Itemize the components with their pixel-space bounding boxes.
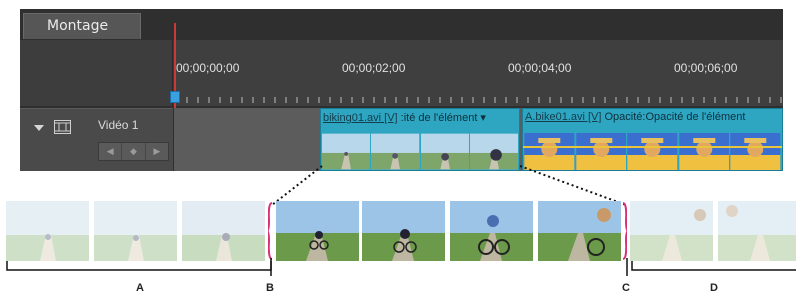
- callout-label-c: C: [622, 282, 630, 294]
- clip-thumbnails: [322, 133, 518, 170]
- callout-label-d: D: [710, 282, 718, 294]
- tab-montage[interactable]: Montage: [23, 13, 141, 39]
- thumbnail-image: [679, 133, 730, 170]
- track-name: Vidéo 1: [98, 118, 139, 132]
- frame-image: [6, 201, 89, 261]
- clip-name: biking01.avi [V]: [323, 112, 398, 124]
- track-header-video1: Vidéo 1 ◀ ◆ ▶: [20, 108, 173, 171]
- clip-bike01[interactable]: A.bike01.avi [V] Opacité:Opacité de l'él…: [522, 108, 783, 171]
- clip-name: A.bike01.avi [V]: [525, 111, 602, 123]
- ruler-ticks: [175, 97, 782, 103]
- keyframe-navigator: ◀ ◆ ▶: [98, 142, 169, 161]
- frame-image: [94, 201, 177, 261]
- span-brackets: [6, 258, 796, 276]
- thumbnail-image: [322, 133, 371, 170]
- clip-effect[interactable]: Opacité:Opacité de l'élément: [605, 111, 746, 123]
- clip-biking01[interactable]: biking01.avi [V] :ité de l'élément ▾: [320, 108, 520, 171]
- frame-image: [182, 201, 265, 261]
- clip-thumbnails: [524, 133, 781, 170]
- tab-strip: Montage: [20, 9, 783, 39]
- frame-image: [450, 201, 533, 261]
- thumbnail-image: [730, 133, 781, 170]
- next-keyframe-icon[interactable]: ▶: [146, 143, 168, 160]
- clip-effect[interactable]: :ité de l'élément ▾: [401, 112, 486, 124]
- film-strip-icon: [54, 120, 71, 134]
- thumbnail-image: [371, 133, 420, 170]
- transition-start-bracket: [268, 202, 273, 260]
- add-keyframe-icon[interactable]: ◆: [122, 143, 146, 160]
- timecode-6: 00;00;06;00: [674, 61, 738, 75]
- callout-label-b: B: [266, 282, 274, 294]
- track-body-video1[interactable]: biking01.avi [V] :ité de l'élément ▾ A.b…: [174, 108, 783, 171]
- callout-label-a: A: [136, 282, 144, 294]
- timecode-4: 00;00;04;00: [508, 61, 572, 75]
- timecode-2: 00;00;02;00: [342, 61, 406, 75]
- thumbnail-image: [524, 133, 575, 170]
- ruler-area: 00;00;00;00 00;00;02;00 00;00;04;00 00;0…: [20, 40, 783, 106]
- time-ruler[interactable]: 00;00;00;00 00;00;02;00 00;00;04;00 00;0…: [174, 40, 783, 106]
- frame-strip: [6, 201, 796, 261]
- thumbnail-image: [469, 133, 518, 170]
- frame-image: [630, 201, 713, 261]
- transition-end-bracket: [622, 202, 627, 260]
- frame-image: [362, 201, 445, 261]
- previous-keyframe-icon[interactable]: ◀: [99, 143, 123, 160]
- clip-title: biking01.avi [V] :ité de l'élément ▾: [323, 111, 517, 125]
- opacity-rubberband[interactable]: [523, 146, 782, 148]
- playhead-handle[interactable]: [170, 91, 180, 103]
- collapse-triangle-icon[interactable]: [34, 125, 44, 131]
- thumbnail-image: [575, 133, 626, 170]
- timeline-panel: Montage 00;00;00;00 00;00;02;00 00;00;04…: [20, 9, 783, 171]
- thumbnail-image: [420, 133, 469, 170]
- frame-image: [538, 201, 621, 261]
- ruler-header-blank: [20, 40, 173, 106]
- clip-title: A.bike01.avi [V] Opacité:Opacité de l'él…: [525, 111, 780, 125]
- thumbnail-image: [627, 133, 678, 170]
- frame-image: [718, 201, 796, 261]
- frame-image: [276, 201, 359, 261]
- timecode-0: 00;00;00;00: [176, 61, 240, 75]
